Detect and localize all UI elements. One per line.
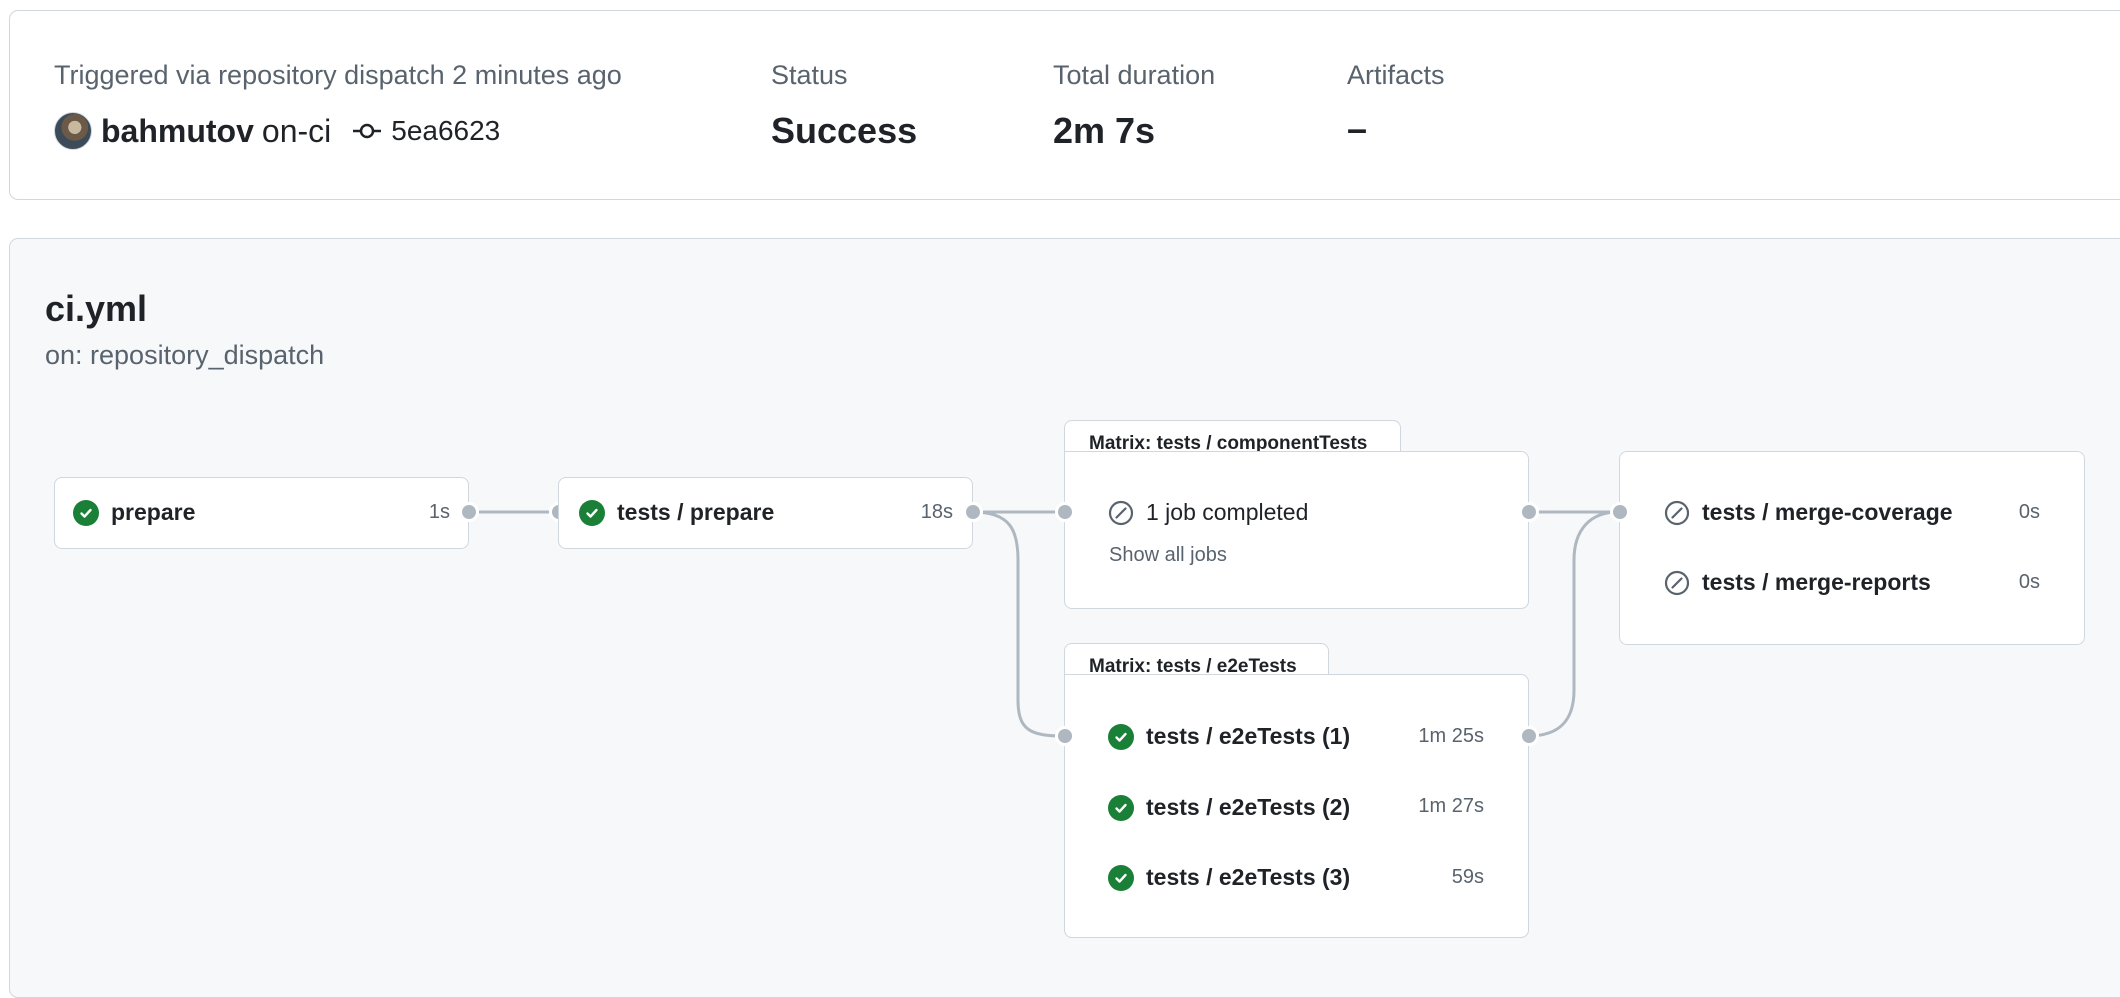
check-circle-fill-icon bbox=[1108, 723, 1134, 750]
job-name: prepare bbox=[111, 499, 196, 525]
connector-dot bbox=[459, 502, 479, 522]
matrix-component-tests-card[interactable] bbox=[1064, 451, 1529, 609]
job-duration: 18s bbox=[920, 501, 953, 523]
job-duration: 59s bbox=[1451, 866, 1484, 888]
job-name: tests / e2eTests (1) bbox=[1146, 723, 1351, 749]
job-e2e-tests-3[interactable]: tests / e2eTests (3) bbox=[1108, 864, 1350, 891]
job-e2e-tests-1[interactable]: tests / e2eTests (1) bbox=[1108, 723, 1350, 750]
job-duration: 1s bbox=[428, 501, 450, 523]
job-name: tests / e2eTests (3) bbox=[1146, 864, 1351, 890]
connector-dot bbox=[1519, 726, 1539, 746]
job-name: tests / merge-coverage bbox=[1702, 499, 1953, 525]
job-merge-reports[interactable]: tests / merge-reports bbox=[1664, 569, 1931, 596]
check-circle-fill-icon bbox=[1108, 864, 1134, 891]
connector-dot bbox=[1610, 502, 1630, 522]
job-prepare[interactable]: prepare bbox=[73, 499, 195, 526]
skip-icon bbox=[1664, 500, 1690, 526]
connector-dot bbox=[1055, 502, 1075, 522]
check-circle-fill-icon bbox=[579, 499, 605, 526]
connector-dot bbox=[963, 502, 983, 522]
job-duration: 0s bbox=[2018, 501, 2040, 523]
job-duration: 0s bbox=[2018, 571, 2040, 593]
matrix-component-tests-label: Matrix: tests / componentTests bbox=[1064, 420, 1401, 454]
job-name: tests / e2eTests (2) bbox=[1146, 794, 1351, 820]
job-duration: 1m 27s bbox=[1418, 795, 1484, 817]
merge-jobs-card bbox=[1619, 451, 2085, 645]
skip-icon bbox=[1664, 570, 1690, 596]
job-name: tests / merge-reports bbox=[1702, 569, 1931, 595]
show-all-jobs-link[interactable]: Show all jobs bbox=[1109, 544, 1227, 567]
connector-dot bbox=[1055, 726, 1075, 746]
skip-icon bbox=[1108, 500, 1134, 526]
matrix-e2e-tests-label: Matrix: tests / e2eTests bbox=[1064, 643, 1329, 677]
job-e2e-tests-2[interactable]: tests / e2eTests (2) bbox=[1108, 794, 1350, 821]
connector-dot bbox=[1519, 502, 1539, 522]
job-summary-text: 1 job completed bbox=[1146, 499, 1309, 525]
job-tests-prepare[interactable]: tests / prepare bbox=[579, 499, 774, 526]
check-circle-fill-icon bbox=[1108, 794, 1134, 821]
job-merge-coverage[interactable]: tests / merge-coverage bbox=[1664, 499, 1953, 526]
check-circle-fill-icon bbox=[73, 499, 99, 526]
matrix-component-summary[interactable]: 1 job completed bbox=[1108, 499, 1308, 526]
job-name: tests / prepare bbox=[617, 499, 775, 525]
job-duration: 1m 25s bbox=[1418, 725, 1484, 747]
